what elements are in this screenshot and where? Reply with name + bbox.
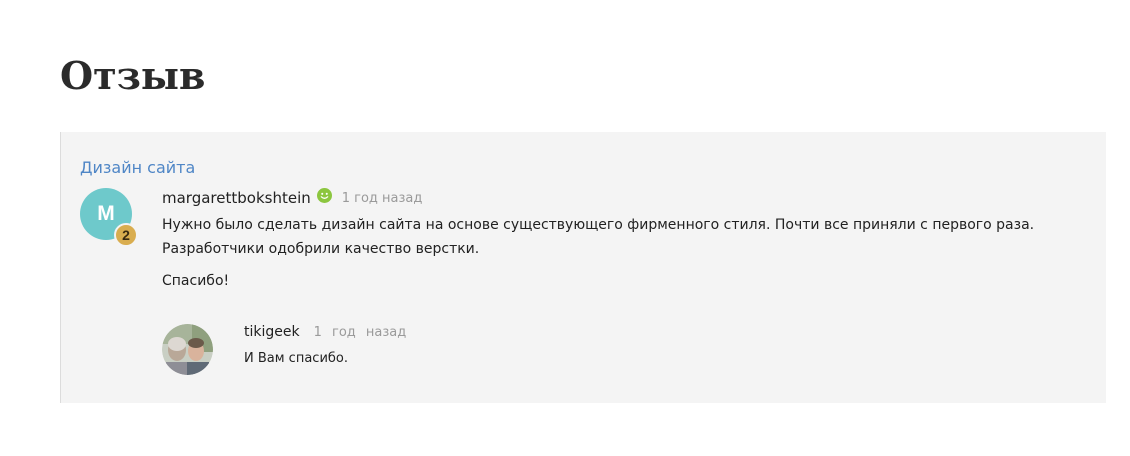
review-card: Дизайн сайта М 2 margarettbokshtein 1 го… xyxy=(60,132,1106,403)
reply-author-name[interactable]: tikigeek xyxy=(244,324,300,340)
author-name[interactable]: margarettbokshtein xyxy=(162,189,311,207)
review-thanks: Спасибо! xyxy=(162,273,230,289)
review-category-link[interactable]: Дизайн сайта xyxy=(80,157,195,179)
reply-text: И Вам спасибо. xyxy=(244,351,348,366)
reply-avatar[interactable] xyxy=(162,324,213,375)
author-avatar-initial: М xyxy=(97,202,115,225)
review-time[interactable]: 1 год назад xyxy=(342,191,423,206)
author-level-number: 2 xyxy=(122,227,130,243)
review-text: Нужно было сделать дизайн сайта на основ… xyxy=(162,217,1035,257)
review-meta: margarettbokshtein 1 год назад xyxy=(162,187,423,207)
reply-meta: tikigeek 1 год назад xyxy=(244,324,406,340)
author-level-badge: 2 xyxy=(114,223,138,247)
reply-time[interactable]: 1 год назад xyxy=(314,325,407,340)
page-title: Отзыв xyxy=(60,53,206,98)
user-photo-icon xyxy=(162,324,213,375)
smiley-icon xyxy=(316,187,332,203)
